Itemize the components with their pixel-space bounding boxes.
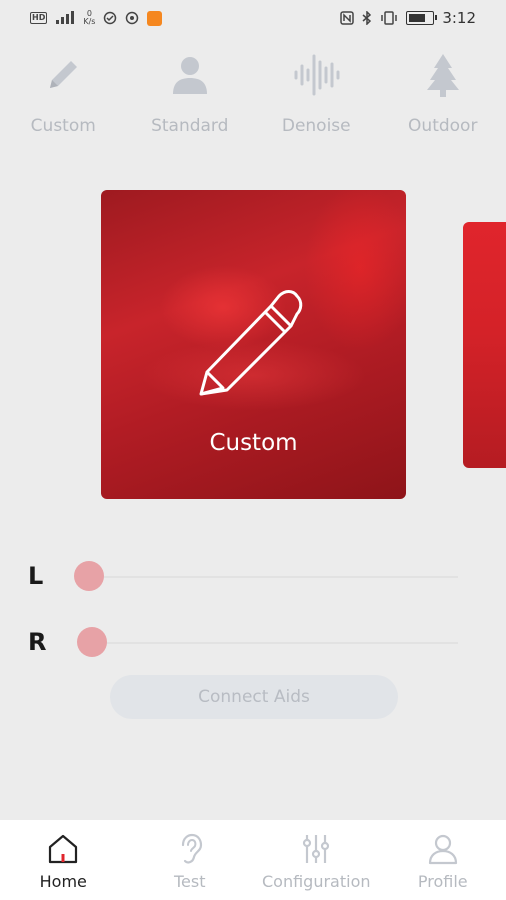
nav-item-test[interactable]: Test [127,820,254,900]
card-title: Custom [209,430,298,456]
nav-item-configuration[interactable]: Configuration [253,820,380,900]
battery-icon [406,11,438,25]
hd-icon: HD [30,12,48,24]
status-bar: HD 0 K/s 3:12 [0,0,506,36]
mode-label: Denoise [281,116,351,136]
user-icon [428,834,457,865]
signal-icon [55,11,75,25]
mode-card-next[interactable] [463,222,506,468]
mode-label: Custom [30,116,96,136]
nav-label: Home [39,872,87,891]
vpn-icon [103,11,117,25]
nav-label: Test [173,872,206,891]
status-right: 3:12 [340,9,476,27]
speed-unit: K/s [83,17,96,26]
equalizer-icon [303,835,330,863]
slider-label-right: R [28,628,47,656]
slider-right: R [28,622,458,662]
bottom-nav: Home Test Configuration Profile [0,820,506,900]
battery-fill [409,14,425,22]
ear-icon [181,833,202,864]
nav-item-home[interactable]: Home [0,820,127,900]
slider-thumb-right[interactable] [77,627,107,657]
mode-label: Standard [151,116,229,136]
clock: 3:12 [442,9,476,27]
mode-tab-outdoor[interactable]: Outdoor [380,50,506,160]
data-speed-icon: 0 K/s [83,10,95,26]
mode-tab-denoise[interactable]: Denoise [253,50,380,160]
status-left: HD 0 K/s [30,10,163,26]
screen: HD 0 K/s 3:12 Custom Standard Denoise Ou… [0,0,506,900]
bluetooth-icon [362,11,372,25]
mode-label: Outdoor [408,116,478,136]
pencil-icon [50,61,78,88]
nfc-icon [340,11,355,25]
waveform-icon [294,54,340,96]
pencil-icon [199,290,303,396]
person-icon [172,57,207,94]
slider-track-left[interactable] [86,576,458,578]
mode-tab-custom[interactable]: Custom [0,50,127,160]
mode-card-custom[interactable]: Custom [101,190,406,499]
target-icon [125,11,139,25]
vibrate-icon [380,11,398,25]
slider-label-left: L [28,562,44,590]
slider-track-right[interactable] [86,642,458,644]
slider-thumb-left[interactable] [74,561,104,591]
mode-tabs: Custom Standard Denoise Outdoor [0,50,506,160]
slider-left: L [28,556,458,596]
tree-icon [426,54,459,97]
nav-item-profile[interactable]: Profile [380,820,506,900]
nav-label: Profile [417,872,468,891]
app-notification-icon [147,10,163,26]
connect-aids-button[interactable]: Connect Aids [110,675,398,719]
nav-label: Configuration [261,872,371,891]
mode-tab-standard[interactable]: Standard [127,50,254,160]
home-icon [49,834,78,864]
